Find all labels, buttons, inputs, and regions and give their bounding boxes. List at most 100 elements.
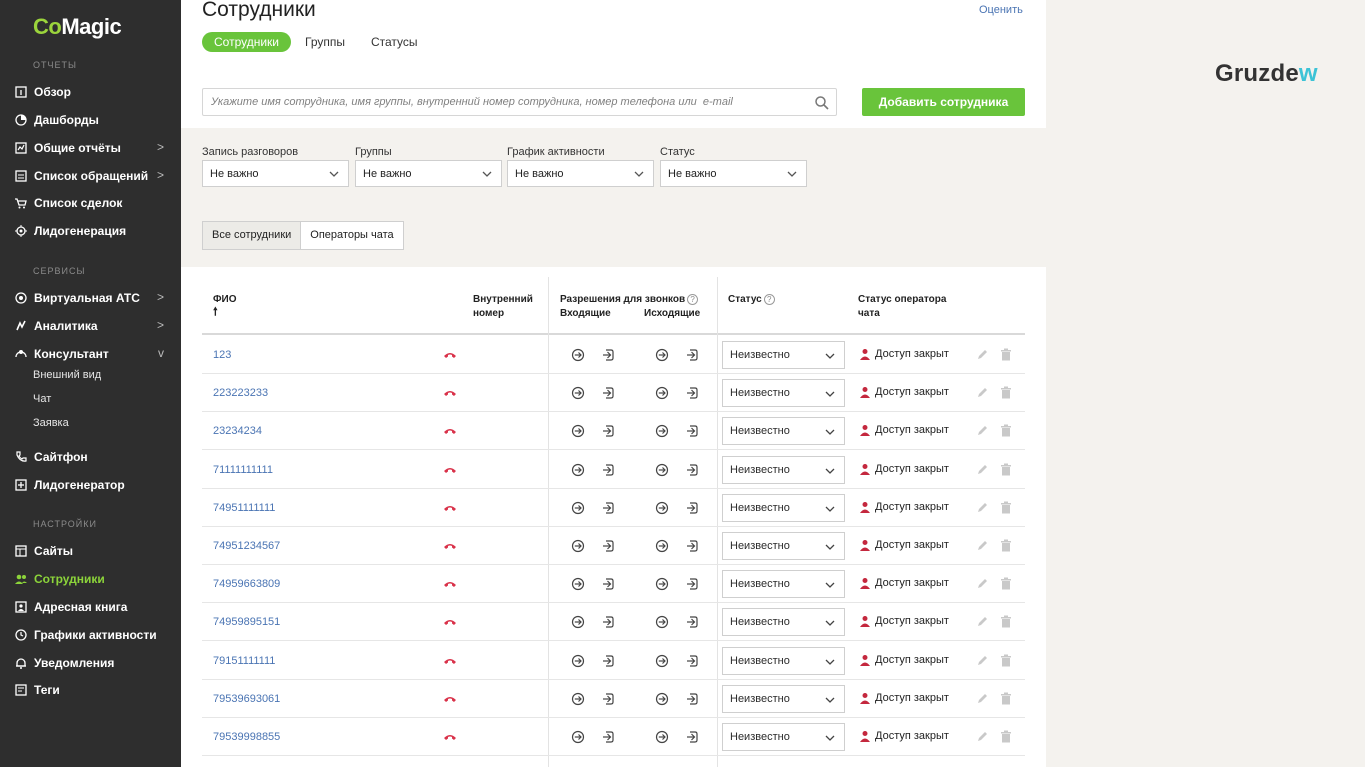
trash-icon[interactable]: [1000, 615, 1012, 628]
status-select[interactable]: Неизвестно: [722, 494, 845, 522]
status-select[interactable]: Неизвестно: [722, 417, 845, 445]
outgoing-internal-arrow-icon[interactable]: [655, 386, 669, 400]
status-select[interactable]: Неизвестно: [722, 379, 845, 407]
sidebar-item-reports[interactable]: Общие отчёты >: [14, 138, 174, 158]
filter-activity-schedule-select[interactable]: Не важно: [507, 160, 654, 187]
trash-icon[interactable]: [1000, 692, 1012, 705]
pencil-icon[interactable]: [976, 424, 989, 437]
sidebar-item-leadgen[interactable]: Лидогенерация: [14, 221, 174, 241]
sidebar-item-requests[interactable]: Список обращений >: [14, 166, 174, 186]
rate-link[interactable]: Оценить: [979, 4, 1023, 16]
incoming-internal-arrow-icon[interactable]: [571, 424, 585, 438]
trash-icon[interactable]: [1000, 577, 1012, 590]
incoming-external-arrow-icon[interactable]: [600, 348, 614, 362]
pencil-icon[interactable]: [976, 654, 989, 667]
sort-arrow-icon[interactable]: 🠕: [213, 305, 218, 319]
incoming-external-arrow-icon[interactable]: [600, 654, 614, 668]
trash-icon[interactable]: [1000, 730, 1012, 743]
tab-statuses[interactable]: Статусы: [369, 32, 420, 52]
status-select[interactable]: Неизвестно: [722, 456, 845, 484]
sidebar-item-addressbook[interactable]: Адресная книга: [14, 597, 174, 617]
pencil-icon[interactable]: [976, 692, 989, 705]
incoming-internal-arrow-icon[interactable]: [571, 615, 585, 629]
outgoing-external-arrow-icon[interactable]: [684, 615, 698, 629]
pencil-icon[interactable]: [976, 577, 989, 590]
trash-icon[interactable]: [1000, 539, 1012, 552]
sidebar-item-analytics[interactable]: Аналитика >: [14, 316, 174, 336]
employee-name-link[interactable]: 79539693061: [213, 693, 280, 705]
status-select[interactable]: Неизвестно: [722, 341, 845, 369]
incoming-external-arrow-icon[interactable]: [600, 463, 614, 477]
incoming-external-arrow-icon[interactable]: [600, 577, 614, 591]
incoming-external-arrow-icon[interactable]: [600, 539, 614, 553]
outgoing-external-arrow-icon[interactable]: [684, 692, 698, 706]
outgoing-internal-arrow-icon[interactable]: [655, 348, 669, 362]
incoming-external-arrow-icon[interactable]: [600, 386, 614, 400]
outgoing-internal-arrow-icon[interactable]: [655, 654, 669, 668]
incoming-external-arrow-icon[interactable]: [600, 501, 614, 515]
add-employee-button[interactable]: Добавить сотрудника: [862, 88, 1025, 116]
trash-icon[interactable]: [1000, 501, 1012, 514]
comagic-logo[interactable]: CoMagic: [33, 14, 122, 40]
trash-icon[interactable]: [1000, 348, 1012, 361]
segment-all-employees[interactable]: Все сотрудники: [203, 222, 302, 249]
outgoing-external-arrow-icon[interactable]: [684, 654, 698, 668]
outgoing-internal-arrow-icon[interactable]: [655, 577, 669, 591]
sidebar-item-bell[interactable]: Уведомления: [14, 653, 174, 673]
sidebar-item-consultant[interactable]: Консультант v: [14, 344, 174, 364]
pencil-icon[interactable]: [976, 463, 989, 476]
outgoing-external-arrow-icon[interactable]: [684, 386, 698, 400]
status-select[interactable]: Неизвестно: [722, 685, 845, 713]
employee-name-link[interactable]: 74959895151: [213, 616, 280, 628]
incoming-internal-arrow-icon[interactable]: [571, 463, 585, 477]
pencil-icon[interactable]: [976, 386, 989, 399]
outgoing-external-arrow-icon[interactable]: [684, 730, 698, 744]
incoming-internal-arrow-icon[interactable]: [571, 654, 585, 668]
sidebar-subitem[interactable]: Внешний вид: [33, 369, 101, 381]
sidebar-item-overview[interactable]: Обзор: [14, 82, 174, 102]
filter-groups-select[interactable]: Не важно: [355, 160, 502, 187]
tab-employees[interactable]: Сотрудники: [202, 32, 291, 52]
status-select[interactable]: Неизвестно: [722, 570, 845, 598]
outgoing-internal-arrow-icon[interactable]: [655, 424, 669, 438]
outgoing-internal-arrow-icon[interactable]: [655, 463, 669, 477]
sidebar-item-sites[interactable]: Сайты: [14, 541, 174, 561]
pencil-icon[interactable]: [976, 730, 989, 743]
outgoing-internal-arrow-icon[interactable]: [655, 615, 669, 629]
pencil-icon[interactable]: [976, 615, 989, 628]
outgoing-external-arrow-icon[interactable]: [684, 501, 698, 515]
outgoing-internal-arrow-icon[interactable]: [655, 730, 669, 744]
segment-chat-operators[interactable]: Операторы чата: [301, 222, 402, 249]
outgoing-internal-arrow-icon[interactable]: [655, 539, 669, 553]
employee-name-link[interactable]: 123: [213, 349, 231, 361]
incoming-internal-arrow-icon[interactable]: [571, 348, 585, 362]
filter-call-recording-select[interactable]: Не важно: [202, 160, 349, 187]
incoming-external-arrow-icon[interactable]: [600, 615, 614, 629]
filter-status-select[interactable]: Не важно: [660, 160, 807, 187]
outgoing-internal-arrow-icon[interactable]: [655, 692, 669, 706]
pencil-icon[interactable]: [976, 501, 989, 514]
pencil-icon[interactable]: [976, 539, 989, 552]
incoming-internal-arrow-icon[interactable]: [571, 386, 585, 400]
status-select[interactable]: Неизвестно: [722, 647, 845, 675]
employee-name-link[interactable]: 223223233: [213, 387, 268, 399]
employee-name-link[interactable]: 23234234: [213, 425, 262, 437]
search-input[interactable]: [203, 89, 803, 115]
incoming-external-arrow-icon[interactable]: [600, 730, 614, 744]
status-select[interactable]: Неизвестно: [722, 532, 845, 560]
incoming-internal-arrow-icon[interactable]: [571, 692, 585, 706]
outgoing-external-arrow-icon[interactable]: [684, 348, 698, 362]
tab-groups[interactable]: Группы: [303, 32, 347, 52]
employee-name-link[interactable]: 79151111111: [213, 655, 275, 667]
employee-name-link[interactable]: 79539998855: [213, 731, 280, 743]
incoming-internal-arrow-icon[interactable]: [571, 539, 585, 553]
status-select[interactable]: Неизвестно: [722, 723, 845, 751]
sidebar-item-cart[interactable]: Список сделок: [14, 193, 174, 213]
status-select[interactable]: Неизвестно: [722, 608, 845, 636]
sidebar-item-sitephone[interactable]: Сайтфон: [14, 447, 174, 467]
sidebar-item-dashboards[interactable]: Дашборды: [14, 110, 174, 130]
employee-name-link[interactable]: 74959663809: [213, 578, 280, 590]
sidebar-subitem[interactable]: Заявка: [33, 417, 69, 429]
sidebar-item-pbx[interactable]: Виртуальная АТС >: [14, 288, 174, 308]
sidebar-item-leadgenerator[interactable]: Лидогенератор: [14, 475, 174, 495]
